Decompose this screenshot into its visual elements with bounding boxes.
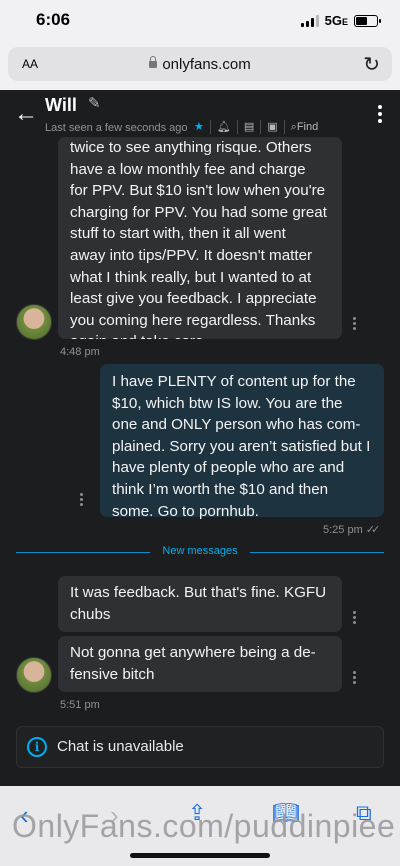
bell-icon[interactable]: 🔔︎ <box>211 120 238 134</box>
address-bar[interactable]: AA onlyfans.com ↻ <box>8 47 392 81</box>
star-icon[interactable]: ★ <box>188 120 211 134</box>
message-timestamp: 5:25 pm ✓✓ <box>323 524 381 536</box>
read-checkmark-icon: ✓✓ <box>365 524 381 536</box>
message-bubble-incoming[interactable]: It was feedback. But that's fine. KGFU c… <box>58 576 342 632</box>
network-label: 5GE <box>324 13 348 28</box>
url-display[interactable]: onlyfans.com <box>8 56 392 73</box>
message-text: twice to see anything risque. Others hav… <box>70 139 327 339</box>
message-options-icon[interactable] <box>353 317 356 332</box>
avatar[interactable] <box>16 657 52 693</box>
battery-icon <box>354 14 381 27</box>
message-text: It was feedback. But that's fine. KGFU c… <box>70 584 327 623</box>
chat-unavailable-text: Chat is unavailable <box>57 738 184 755</box>
back-arrow-icon[interactable]: ← <box>14 100 38 128</box>
lock-icon <box>149 56 158 68</box>
watermark: OnlyFans.com/puddinpiee <box>12 808 396 844</box>
chat-header: ← Will ✎ Last seen a few seconds ago ★ 🔔… <box>0 90 400 142</box>
message-bubble-outgoing[interactable]: I have PLENTY of content up for the $10,… <box>100 364 384 520</box>
more-options-icon[interactable] <box>378 105 382 126</box>
chat-unavailable-notice: i Chat is unavailable <box>16 726 384 768</box>
message-options-icon[interactable] <box>353 671 356 686</box>
status-bar: 6:06 5GE <box>0 0 400 44</box>
info-icon: i <box>27 737 47 757</box>
message-timestamp: 4:48 pm <box>60 346 100 358</box>
home-indicator <box>130 853 270 858</box>
signal-icon <box>300 14 319 27</box>
message-bubble-incoming[interactable]: Not gonna get anywhere being a de- fensi… <box>58 636 342 692</box>
message-options-icon[interactable] <box>80 493 83 508</box>
message-options-icon[interactable] <box>353 611 356 626</box>
last-seen-status: Last seen a few seconds ago <box>45 122 188 134</box>
reload-icon[interactable]: ↻ <box>363 52 380 77</box>
notes-icon[interactable]: ▤ <box>238 120 262 134</box>
find-button[interactable]: ⌕Find <box>285 120 325 134</box>
message-text: I have PLENTY of content up for the $10,… <box>112 373 371 520</box>
new-messages-label: New messages <box>150 545 250 557</box>
status-indicators: 5GE <box>300 13 381 28</box>
avatar[interactable] <box>16 304 52 340</box>
edit-pencil-icon[interactable]: ✎ <box>88 94 101 112</box>
chat-actions: ★ 🔔︎ ▤ ▣ ⌕Find <box>188 120 324 134</box>
message-text: Not gonna get anywhere being a de- fensi… <box>70 644 316 683</box>
message-timestamp: 5:51 pm <box>60 699 100 711</box>
status-time: 6:06 <box>36 10 71 29</box>
contact-name[interactable]: Will <box>45 95 77 116</box>
gallery-icon[interactable]: ▣ <box>261 120 285 134</box>
message-bubble-incoming[interactable]: twice to see anything risque. Others hav… <box>58 137 342 339</box>
browser-address-area: AA onlyfans.com ↻ <box>0 44 400 90</box>
